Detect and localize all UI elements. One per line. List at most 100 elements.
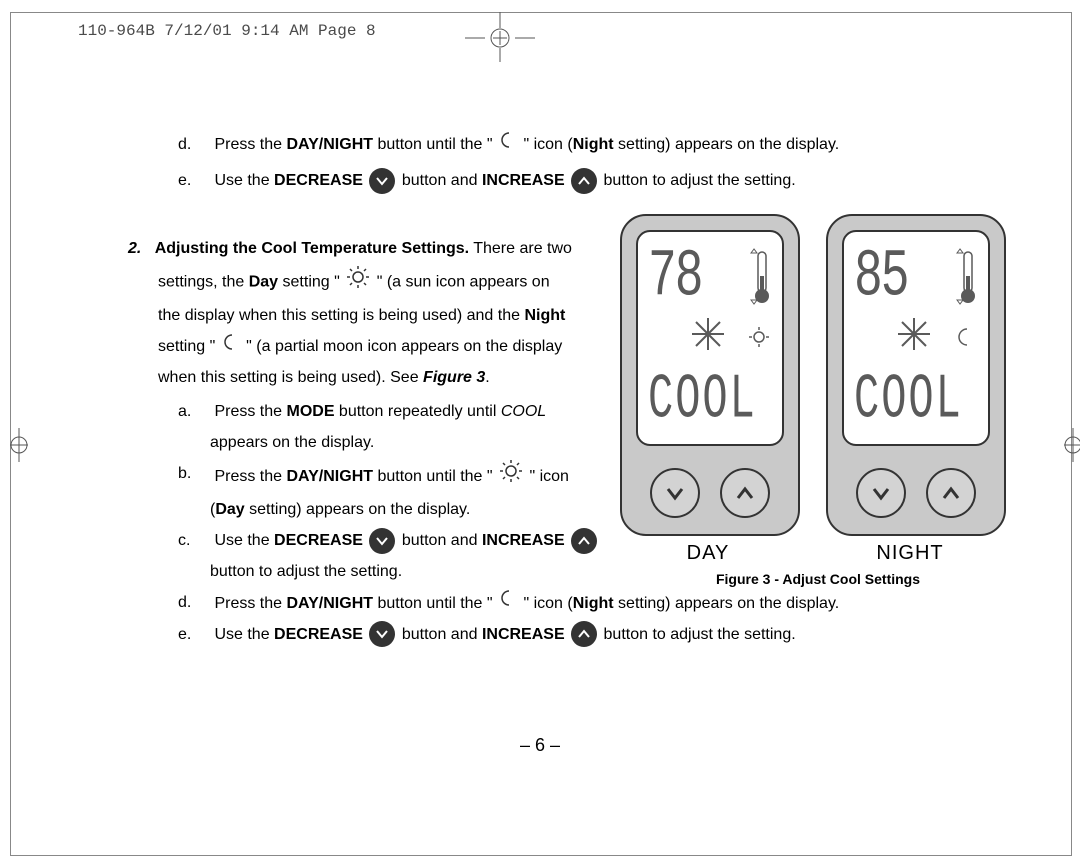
bullet-a: a. xyxy=(178,397,210,427)
bullet-d1: d. xyxy=(178,130,210,160)
text: Use the xyxy=(214,626,274,643)
text: Press the xyxy=(214,136,286,153)
temp-night: 85 xyxy=(854,240,908,316)
label-day-night: DAY/NIGHT xyxy=(286,136,373,153)
text: " icon ( xyxy=(523,595,572,612)
thermometer-icon xyxy=(954,246,978,306)
chevron-down-icon xyxy=(663,481,687,505)
text: setting " xyxy=(158,338,215,355)
text: button to adjust the setting. xyxy=(604,172,796,189)
increase-icon xyxy=(571,621,597,647)
crop-mark-left xyxy=(10,420,28,470)
sun-icon xyxy=(346,265,370,300)
text: button and xyxy=(402,532,482,549)
step-e1: e. Use the DECREASE button and INCREASE … xyxy=(178,166,988,196)
figure-3: 78 COOL xyxy=(620,214,1016,587)
text: settings, the xyxy=(158,274,249,291)
decrease-icon xyxy=(369,621,395,647)
bullet-d2: d. xyxy=(178,588,210,618)
snowflake-icon xyxy=(894,314,934,354)
text: Press the xyxy=(214,403,286,420)
label-decrease: DECREASE xyxy=(274,532,363,549)
text: Use the xyxy=(214,172,274,189)
increase-icon xyxy=(571,168,597,194)
decrease-icon xyxy=(369,168,395,194)
increase-button[interactable] xyxy=(926,468,976,518)
label-night: Night xyxy=(524,307,565,324)
moon-icon xyxy=(499,588,517,618)
label-day-night: DAY/NIGHT xyxy=(286,468,373,485)
sect2-title: Adjusting the Cool Temperature Settings. xyxy=(155,240,469,257)
label-night: Night xyxy=(573,595,614,612)
label-cool: COOL xyxy=(501,403,546,420)
mode-day: COOL xyxy=(648,364,757,436)
sect2-line2: settings, the Day setting " " (a sun ico… xyxy=(158,265,608,300)
text: . xyxy=(485,369,489,386)
step-d2: d. Press the DAY/NIGHT button until the … xyxy=(178,588,988,618)
screen-day: 78 COOL xyxy=(636,230,784,446)
increase-icon xyxy=(571,528,597,554)
step-b: b. Press the DAY/NIGHT button until the … xyxy=(178,459,608,494)
text: Press the xyxy=(214,595,286,612)
temp-day: 78 xyxy=(648,240,702,316)
label-night-device: NIGHT xyxy=(822,542,998,565)
sect2-num: 2. xyxy=(128,240,141,257)
label-day-night: DAY/NIGHT xyxy=(286,595,373,612)
text: setting) appears on the display. xyxy=(614,595,840,612)
text: button until the " xyxy=(373,468,493,485)
label-decrease: DECREASE xyxy=(274,626,363,643)
sect2-line1: 2. Adjusting the Cool Temperature Settin… xyxy=(128,234,608,264)
label-mode: MODE xyxy=(286,403,334,420)
label-increase: INCREASE xyxy=(482,532,565,549)
text: " (a sun icon appears on xyxy=(377,274,550,291)
page-header: 110-964B 7/12/01 9:14 AM Page 8 xyxy=(78,22,376,40)
figure-caption: Figure 3 - Adjust Cool Settings xyxy=(620,571,1016,587)
label-decrease: DECREASE xyxy=(274,172,363,189)
moon-icon xyxy=(499,130,517,160)
text: Use the xyxy=(214,532,274,549)
text: Press the xyxy=(214,468,286,485)
text: button and xyxy=(402,172,482,189)
ref-figure3: Figure 3 xyxy=(423,369,485,386)
text: the display when this setting is being u… xyxy=(158,307,524,324)
label-day-device: DAY xyxy=(620,542,796,565)
text: when this setting is being used). See xyxy=(158,369,423,386)
label-night: Night xyxy=(573,136,614,153)
screen-night: 85 COOL xyxy=(842,230,990,446)
label-day: Day xyxy=(215,501,244,518)
step-b-line2: (Day setting) appears on the display. xyxy=(210,495,608,525)
text: setting " xyxy=(278,274,340,291)
moon-icon xyxy=(954,326,976,348)
snowflake-icon xyxy=(688,314,728,354)
sect2-line4: setting " " (a partial moon icon appears… xyxy=(158,332,608,362)
step-a-line2: appears on the display. xyxy=(210,428,608,458)
text: button and xyxy=(402,626,482,643)
decrease-button[interactable] xyxy=(650,468,700,518)
step-c: c. Use the DECREASE button and INCREASE xyxy=(178,526,608,556)
increase-button[interactable] xyxy=(720,468,770,518)
chevron-up-icon xyxy=(939,481,963,505)
sun-icon xyxy=(748,326,770,348)
decrease-icon xyxy=(369,528,395,554)
page-number: – 6 – xyxy=(0,735,1080,756)
step-c-line2: button to adjust the setting. xyxy=(210,557,608,587)
decrease-button[interactable] xyxy=(856,468,906,518)
label-increase: INCREASE xyxy=(482,172,565,189)
text: " icon xyxy=(529,468,568,485)
chevron-down-icon xyxy=(869,481,893,505)
sect2-line5: when this setting is being used). See Fi… xyxy=(158,363,608,393)
step-a: a. Press the MODE button repeatedly unti… xyxy=(178,397,608,427)
bullet-e1: e. xyxy=(178,166,210,196)
bullet-b: b. xyxy=(178,459,210,489)
text: setting) appears on the display. xyxy=(245,501,471,518)
bullet-e2: e. xyxy=(178,620,210,650)
crop-mark-top xyxy=(465,12,535,62)
step-d1: d. Press the DAY/NIGHT button until the … xyxy=(178,130,988,160)
mode-night: COOL xyxy=(854,364,963,436)
label-day: Day xyxy=(249,274,278,291)
text: button repeatedly until xyxy=(334,403,500,420)
chevron-up-icon xyxy=(733,481,757,505)
sect2-line3: the display when this setting is being u… xyxy=(158,301,608,331)
thermostat-night: 85 COOL xyxy=(826,214,1006,536)
label-increase: INCREASE xyxy=(482,626,565,643)
